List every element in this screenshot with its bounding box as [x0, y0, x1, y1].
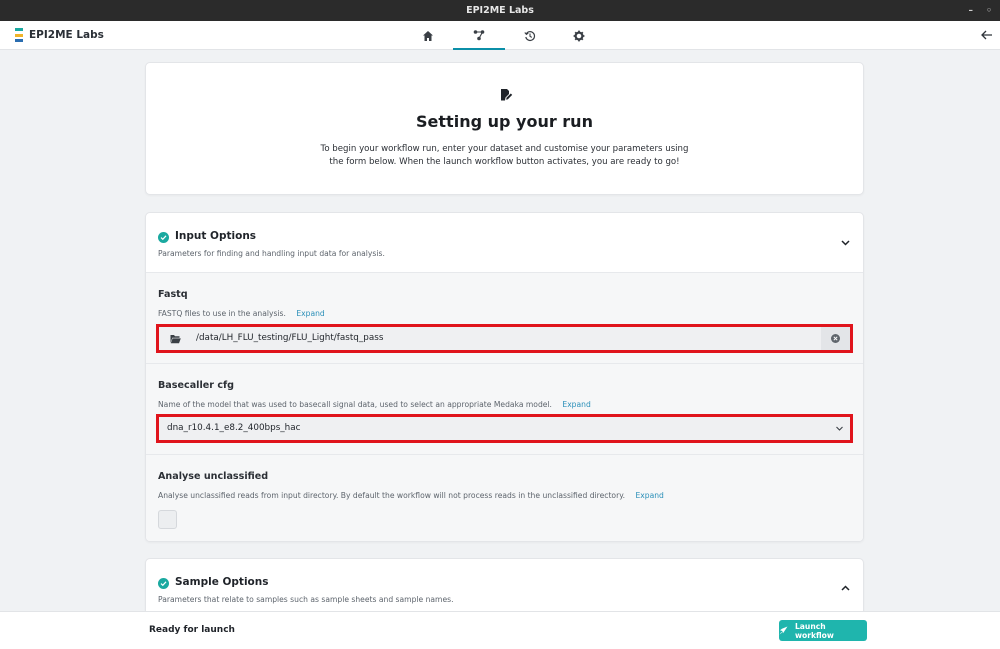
chevron-up-icon[interactable] [840, 583, 851, 594]
window-titlebar: EPI2ME Labs – ◦ [0, 0, 1000, 21]
nav-home[interactable] [402, 21, 454, 50]
field-description: FASTQ files to use in the analysis. Expa… [158, 309, 325, 318]
field-label: Fastq [158, 289, 188, 300]
field-description: Analyse unclassified reads from input di… [158, 491, 664, 500]
fastq-field: Fastq FASTQ files to use in the analysis… [146, 273, 863, 364]
section-description: Parameters that relate to samples such a… [158, 595, 454, 604]
expand-link[interactable]: Expand [562, 400, 590, 409]
minimize-icon[interactable]: – [969, 0, 974, 21]
check-circle-icon [158, 232, 169, 243]
section-title: Sample Options [175, 576, 269, 588]
field-description-text: FASTQ files to use in the analysis. [158, 309, 286, 318]
page-description: To begin your workflow run, enter your d… [320, 144, 689, 167]
nav-settings[interactable] [553, 21, 605, 50]
page-title: Setting up your run [416, 112, 593, 131]
launch-footer: Ready for launch Launch workflow [0, 611, 1000, 649]
window-title: EPI2ME Labs [466, 5, 534, 16]
edit-document-icon [501, 89, 513, 101]
workflow-icon [473, 29, 485, 40]
basecaller-select[interactable]: dna_r10.4.1_e8.2_400bps_hac [156, 414, 853, 443]
app-brand: EPI2ME Labs [29, 29, 104, 41]
field-description: Name of the model that was used to basec… [158, 400, 591, 409]
chevron-down-icon[interactable] [840, 237, 851, 248]
fastq-path-input[interactable]: /data/LH_FLU_testing/FLU_Light/fastq_pas… [156, 324, 853, 353]
basecaller-value: dna_r10.4.1_e8.2_400bps_hac [167, 423, 301, 433]
chevron-down-icon [836, 426, 843, 431]
maximize-icon[interactable]: ◦ [986, 0, 992, 21]
section-description: Parameters for finding and handling inpu… [158, 249, 385, 258]
unclassified-field: Analyse unclassified Analyse unclassifie… [146, 455, 863, 541]
logo-icon [15, 28, 23, 42]
launch-status: Ready for launch [149, 625, 235, 635]
launch-label: Launch workflow [794, 621, 834, 640]
input-options-header[interactable]: Input Options Parameters for finding and… [146, 213, 863, 273]
fastq-path-value: /data/LH_FLU_testing/FLU_Light/fastq_pas… [196, 333, 384, 343]
back-arrow-icon[interactable] [980, 28, 994, 42]
section-title: Input Options [175, 230, 257, 242]
analyse-unclassified-checkbox[interactable] [158, 510, 177, 529]
expand-link[interactable]: Expand [635, 491, 663, 500]
nav-workflows[interactable] [453, 21, 505, 50]
gear-icon [573, 30, 585, 41]
field-description-text: Analyse unclassified reads from input di… [158, 491, 626, 500]
clear-icon [831, 334, 840, 343]
sample-options-header[interactable]: Sample Options Parameters that relate to… [146, 559, 863, 619]
history-icon [524, 30, 536, 41]
app-logo[interactable]: EPI2ME Labs [15, 28, 104, 42]
input-options-section: Input Options Parameters for finding and… [145, 212, 864, 542]
home-icon [423, 30, 433, 41]
launch-workflow-button[interactable]: Launch workflow [779, 620, 867, 641]
field-label: Basecaller cfg [158, 380, 235, 391]
setup-intro-card: Setting up your run To begin your workfl… [145, 62, 864, 195]
app-header: EPI2ME Labs [0, 21, 1000, 50]
folder-open-icon [170, 335, 181, 344]
field-description-text: Name of the model that was used to basec… [158, 400, 552, 409]
clear-path-button[interactable] [821, 327, 850, 350]
expand-link[interactable]: Expand [296, 309, 324, 318]
basecaller-field: Basecaller cfg Name of the model that wa… [146, 364, 863, 455]
nav-history[interactable] [504, 21, 556, 50]
rocket-icon [779, 626, 788, 635]
field-label: Analyse unclassified [158, 471, 269, 482]
check-circle-icon [158, 578, 169, 589]
